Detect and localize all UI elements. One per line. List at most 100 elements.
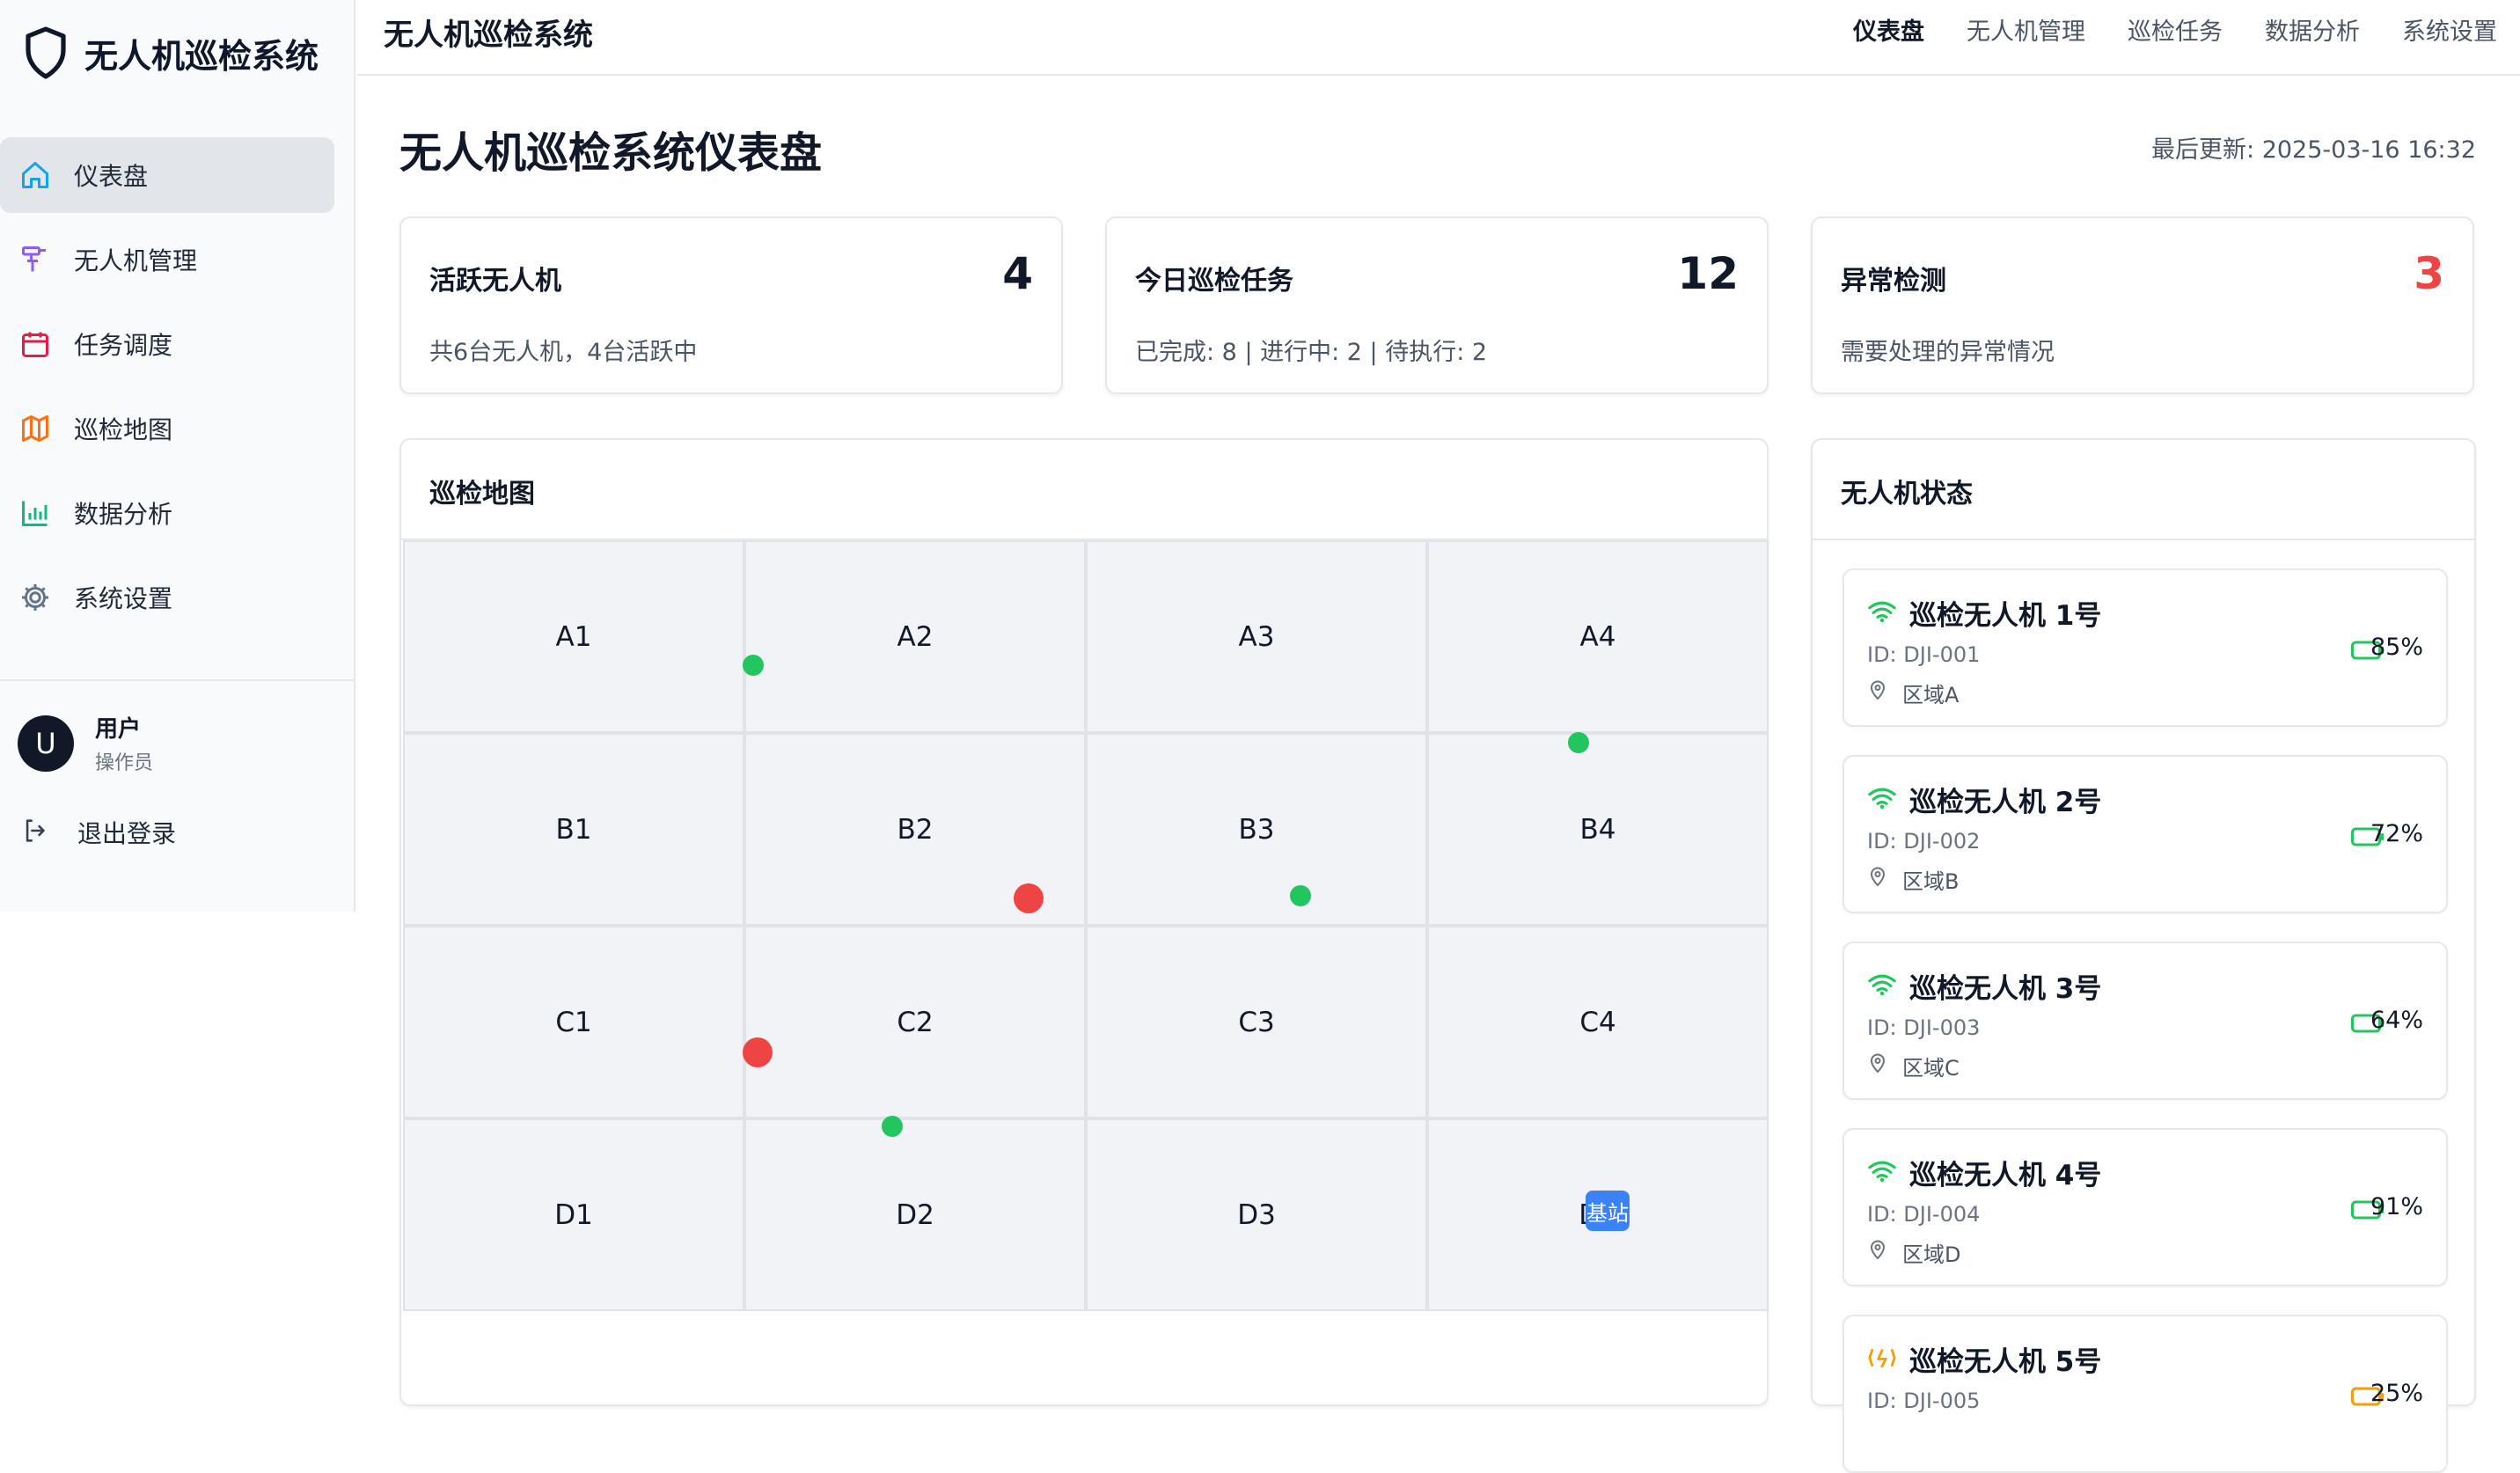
drone-marker-normal[interactable] bbox=[1568, 732, 1589, 753]
stat-value: 3 bbox=[2414, 248, 2444, 299]
location-pin-icon bbox=[1870, 680, 1886, 700]
stat-value: 12 bbox=[1677, 248, 1739, 299]
drone-status-item[interactable]: 巡检无人机 4号 ID: DJI-004 区域D 91% bbox=[1842, 1128, 2448, 1286]
home-icon bbox=[18, 158, 53, 193]
map-cell[interactable]: A2 bbox=[744, 540, 1086, 733]
drone-marker-normal[interactable] bbox=[882, 1116, 903, 1137]
location-pin-icon bbox=[1870, 867, 1886, 887]
map-cell[interactable]: D3 bbox=[1086, 1118, 1427, 1311]
drone-status-item[interactable]: 巡检无人机 2号 ID: DJI-002 区域B 72% bbox=[1842, 755, 2448, 913]
drone-area: 区域A bbox=[1902, 683, 1960, 707]
drone-marker-normal[interactable] bbox=[743, 655, 764, 676]
gear-icon bbox=[18, 580, 53, 615]
sidebar-item-settings[interactable]: 系统设置 bbox=[0, 560, 334, 635]
drone-name: 巡检无人机 5号 bbox=[1909, 1346, 2102, 1378]
sidebar-item-label: 任务调度 bbox=[74, 331, 173, 360]
avatar: U bbox=[18, 715, 74, 772]
stat-description: 需要处理的异常情况 bbox=[1841, 339, 2055, 366]
brand-title: 无人机巡检系统 bbox=[84, 36, 319, 76]
shield-icon bbox=[23, 26, 69, 80]
bar-chart-icon bbox=[18, 495, 53, 531]
map-cell[interactable]: A4 bbox=[1427, 540, 1769, 733]
map-cell[interactable]: C1 bbox=[403, 926, 744, 1118]
map-cell[interactable]: B4 bbox=[1427, 733, 1769, 926]
card-title: 巡检地图 bbox=[429, 479, 535, 509]
map-cell[interactable]: C4 bbox=[1427, 926, 1769, 1118]
sidebar-item-label: 系统设置 bbox=[74, 584, 173, 613]
drone-id: ID: DJI-004 bbox=[1867, 1202, 1981, 1227]
drone-status-card: 无人机状态 巡检无人机 1号 ID: DJI-001 区域A 85% 巡检无人机… bbox=[1811, 438, 2476, 1473]
drone-icon bbox=[18, 242, 53, 277]
drone-status-item[interactable]: 巡检无人机 3号 ID: DJI-003 区域C 64% bbox=[1842, 942, 2448, 1100]
sidebar-item-label: 数据分析 bbox=[74, 500, 173, 529]
drone-id: ID: DJI-003 bbox=[1867, 1015, 1981, 1040]
wifi-icon bbox=[1868, 788, 1896, 810]
topnav-settings[interactable]: 系统设置 bbox=[2402, 12, 2497, 47]
calendar-icon bbox=[18, 326, 53, 362]
battery-percentage: 85% bbox=[2370, 634, 2423, 661]
signal-weak-icon bbox=[1868, 1349, 1896, 1368]
stat-value: 4 bbox=[1002, 248, 1033, 299]
drone-marker-alert[interactable] bbox=[743, 1037, 773, 1067]
drone-name: 巡检无人机 2号 bbox=[1909, 787, 2102, 818]
drone-area: 区域C bbox=[1902, 1056, 1960, 1081]
map-cell[interactable]: D1 bbox=[403, 1118, 744, 1311]
logout-button[interactable]: 退出登录 bbox=[21, 815, 176, 850]
drone-status-item[interactable]: 巡检无人机 1号 ID: DJI-001 区域A 85% bbox=[1842, 568, 2448, 727]
topnav-data-analysis[interactable]: 数据分析 bbox=[2265, 12, 2360, 47]
stat-card-today-tasks: 今日巡检任务 12 已完成: 8 | 进行中: 2 | 待执行: 2 bbox=[1105, 216, 1769, 394]
stat-label: 异常检测 bbox=[1841, 266, 1946, 297]
drone-status-item[interactable]: 巡检无人机 5号 ID: DJI-005 25% bbox=[1842, 1315, 2448, 1473]
wifi-icon bbox=[1868, 1161, 1896, 1183]
sidebar-nav: 仪表盘 无人机管理 任务调度 巡检地图 数据分析 系统设置 bbox=[0, 137, 355, 644]
page-title: 无人机巡检系统仪表盘 bbox=[399, 128, 823, 178]
logout-icon bbox=[21, 816, 51, 849]
map-cell[interactable]: D2 bbox=[744, 1118, 1086, 1311]
map-cell[interactable]: B1 bbox=[403, 733, 744, 926]
sidebar-item-drone-management[interactable]: 无人机管理 bbox=[0, 222, 334, 297]
drone-id: ID: DJI-001 bbox=[1867, 642, 1981, 667]
map-cell[interactable]: B3 bbox=[1086, 733, 1427, 926]
battery-percentage: 91% bbox=[2370, 1193, 2423, 1220]
sidebar-item-task-schedule[interactable]: 任务调度 bbox=[0, 306, 334, 382]
battery-percentage: 64% bbox=[2370, 1007, 2423, 1034]
stat-card-active-drones: 活跃无人机 4 共6台无人机，4台活跃中 bbox=[399, 216, 1063, 394]
drone-name: 巡检无人机 1号 bbox=[1909, 600, 2102, 632]
brand[interactable]: 无人机巡检系统 bbox=[23, 25, 319, 81]
drone-marker-alert[interactable] bbox=[1014, 883, 1044, 913]
map-cell[interactable]: C2 bbox=[744, 926, 1086, 1118]
drone-marker-normal[interactable] bbox=[1290, 885, 1311, 906]
wifi-icon bbox=[1868, 974, 1896, 996]
app-title: 无人机巡检系统 bbox=[384, 18, 593, 53]
sidebar-item-label: 仪表盘 bbox=[74, 162, 149, 191]
wifi-icon bbox=[1868, 601, 1896, 623]
sidebar-item-dashboard[interactable]: 仪表盘 bbox=[0, 137, 334, 213]
card-header: 无人机状态 bbox=[1813, 440, 2474, 540]
sidebar-item-data-analysis[interactable]: 数据分析 bbox=[0, 475, 334, 551]
card-title: 无人机状态 bbox=[1841, 479, 1973, 509]
user-name: 用户 bbox=[95, 716, 142, 743]
top-nav: 仪表盘 无人机管理 巡检任务 数据分析 系统设置 bbox=[1811, 12, 2497, 47]
sidebar-item-patrol-map[interactable]: 巡检地图 bbox=[0, 391, 334, 466]
map-cell[interactable]: A1 bbox=[403, 540, 744, 733]
patrol-map-card: 巡检地图 A1 A2 A3 A4 B1 B2 B3 B4 C1 C2 C3 C4… bbox=[399, 438, 1769, 1406]
last-updated: 最后更新: 2025-03-16 16:32 bbox=[2151, 136, 2476, 164]
logout-label: 退出登录 bbox=[77, 819, 177, 848]
map-cell[interactable]: C3 bbox=[1086, 926, 1427, 1118]
topnav-drone-management[interactable]: 无人机管理 bbox=[1967, 12, 2085, 47]
drone-name: 巡检无人机 4号 bbox=[1909, 1160, 2102, 1191]
patrol-map-grid[interactable]: A1 A2 A3 A4 B1 B2 B3 B4 C1 C2 C3 C4 D1 D… bbox=[403, 540, 1769, 1311]
base-station-marker[interactable]: 基站 bbox=[1586, 1191, 1630, 1231]
drone-area: 区域B bbox=[1902, 869, 1960, 894]
sidebar-divider bbox=[0, 679, 355, 681]
topnav-dashboard[interactable]: 仪表盘 bbox=[1853, 12, 1924, 47]
drone-id: ID: DJI-005 bbox=[1867, 1389, 1981, 1413]
map-icon bbox=[18, 411, 53, 446]
map-cell[interactable]: A3 bbox=[1086, 540, 1427, 733]
stat-label: 今日巡检任务 bbox=[1135, 266, 1293, 297]
location-pin-icon bbox=[1870, 1240, 1886, 1260]
user-profile[interactable]: U 用户 操作员 bbox=[18, 711, 153, 775]
battery-percentage: 72% bbox=[2370, 820, 2423, 847]
sidebar-item-label: 巡检地图 bbox=[74, 415, 173, 444]
topnav-patrol-tasks[interactable]: 巡检任务 bbox=[2128, 12, 2223, 47]
